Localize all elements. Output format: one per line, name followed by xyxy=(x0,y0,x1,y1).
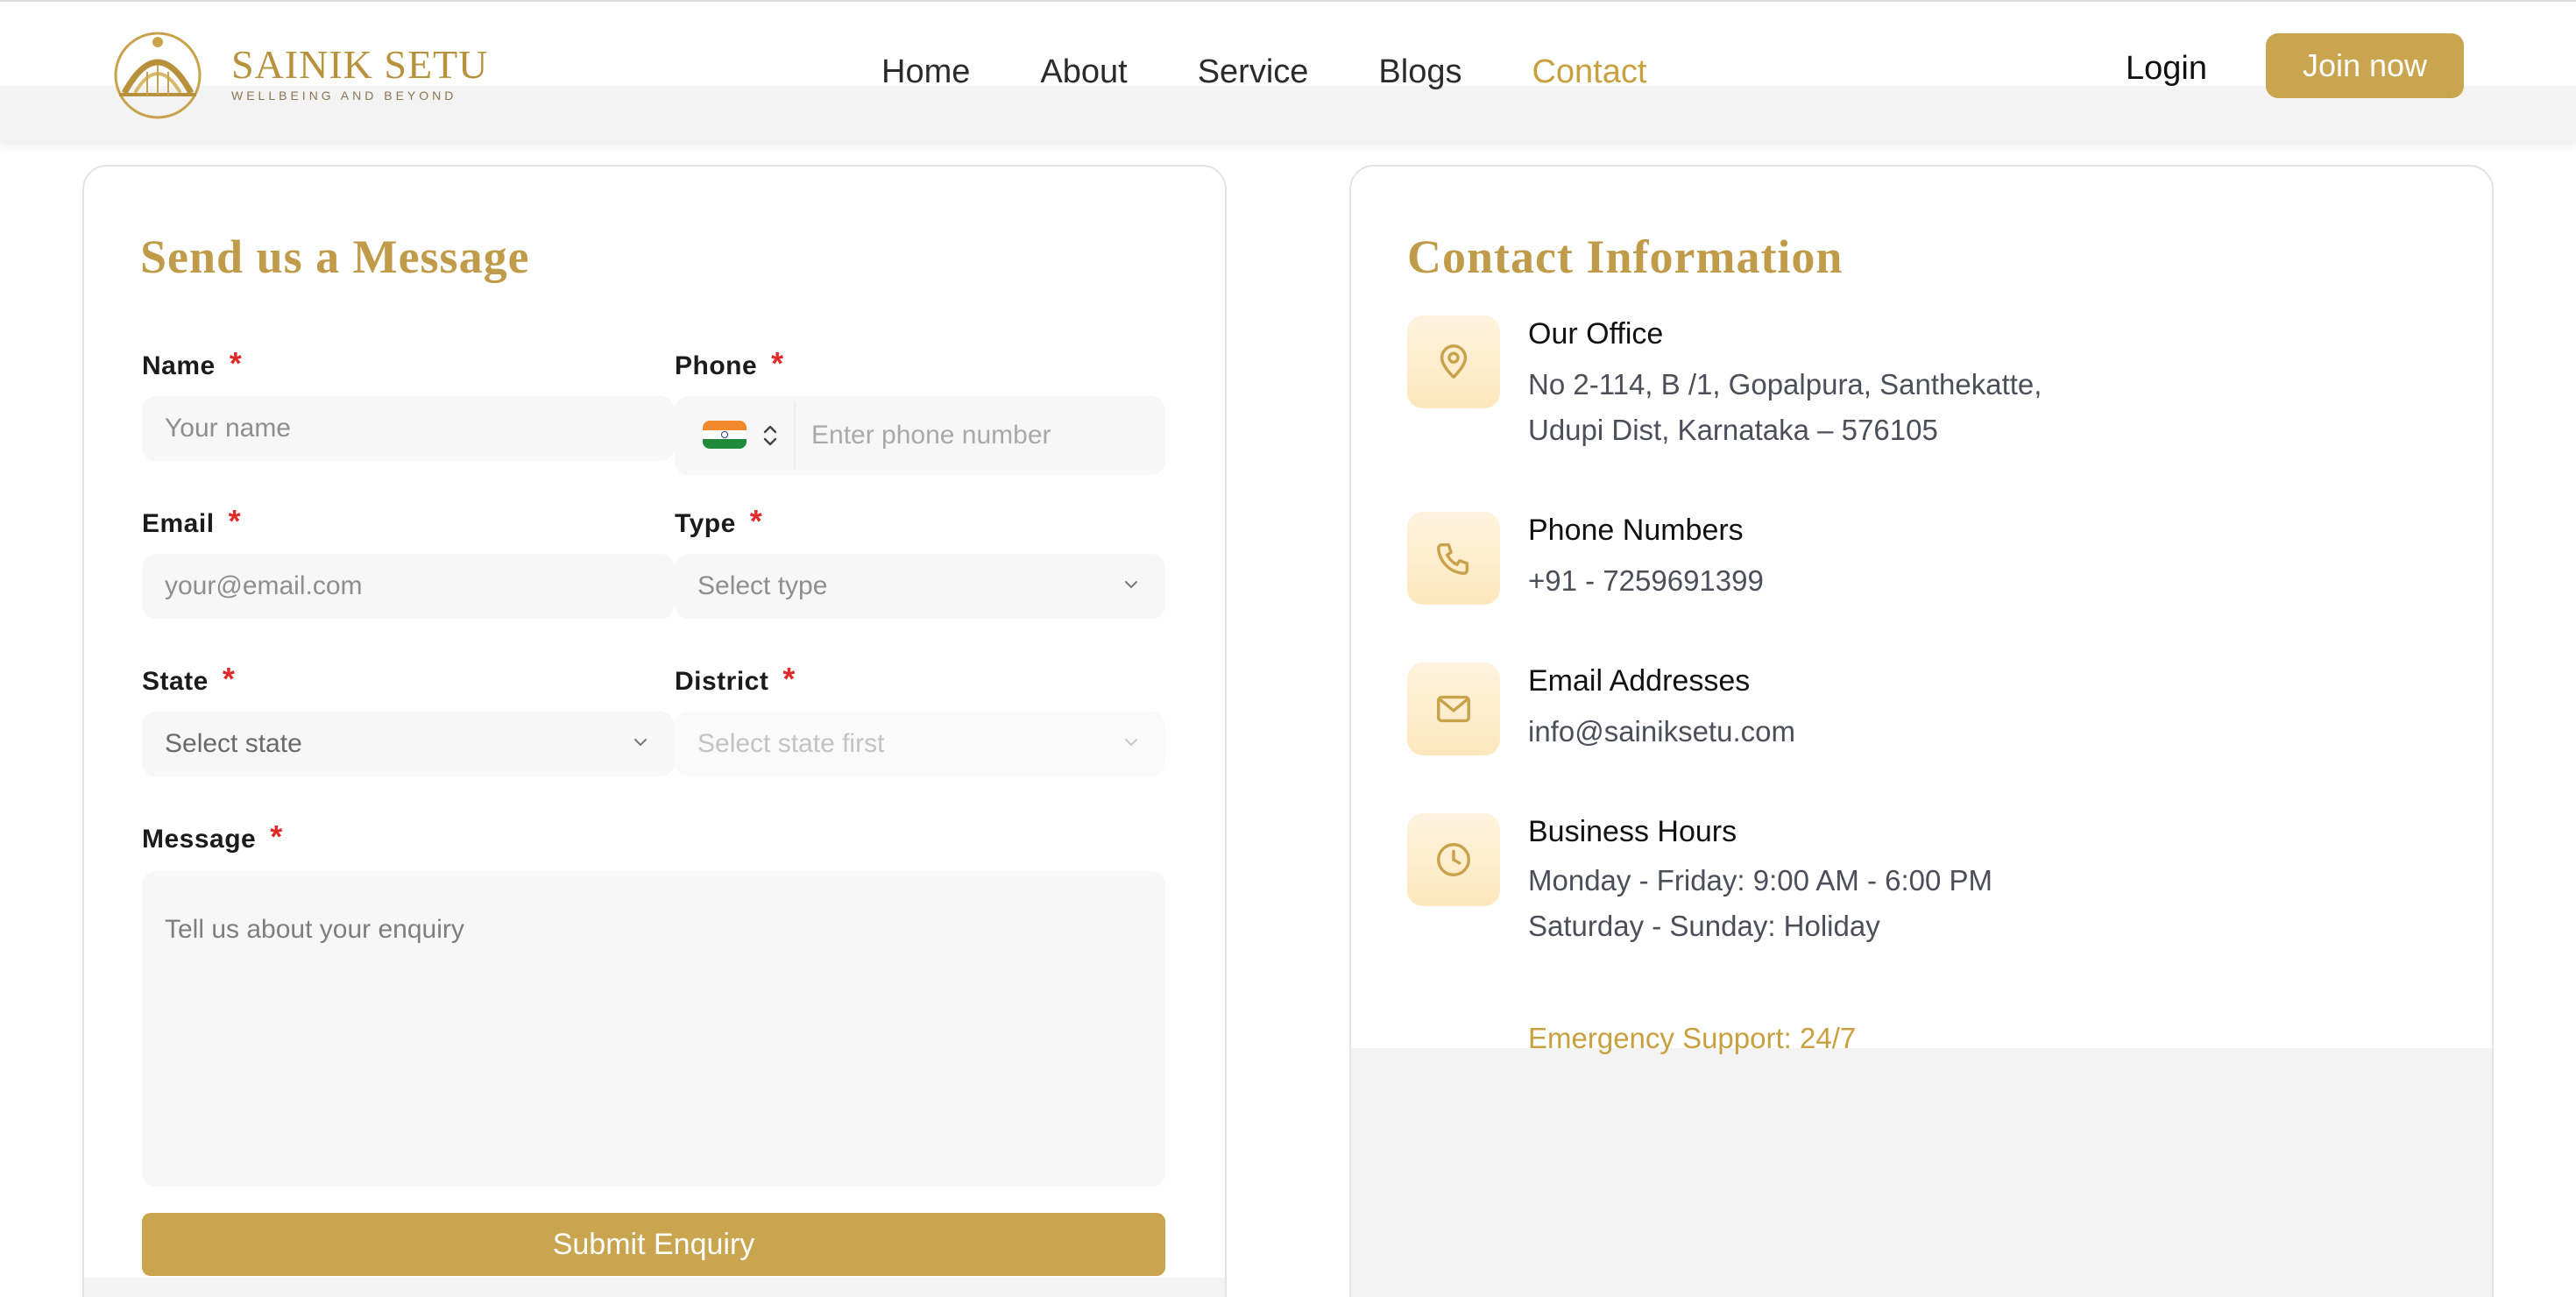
required-mark: * xyxy=(782,661,796,697)
hours-title: Business Hours xyxy=(1528,815,1737,848)
chevron-up-down-icon[interactable] xyxy=(761,422,780,449)
chevron-down-icon xyxy=(1125,581,1137,589)
email-label-text: Email xyxy=(142,509,215,538)
brand-name: SAINIK SETU xyxy=(231,42,489,87)
bridge-arch-icon xyxy=(114,32,202,119)
office-title: Our Office xyxy=(1528,317,1664,351)
nav-service[interactable]: Service xyxy=(1198,51,1309,93)
message-label-text: Message xyxy=(142,825,257,854)
contact-info-card: Contact Information Our Office No 2-114,… xyxy=(1349,165,2494,1297)
contact-title: Contact Information xyxy=(1407,230,1844,283)
chevron-down-icon xyxy=(634,739,647,747)
required-mark: * xyxy=(749,503,763,539)
type-select[interactable]: Select type xyxy=(675,554,1165,619)
type-label: Type * xyxy=(675,503,762,540)
name-label-text: Name xyxy=(142,351,216,380)
email-label: Email * xyxy=(142,503,241,540)
login-link[interactable]: Login xyxy=(2126,47,2207,89)
india-flag-icon[interactable] xyxy=(703,421,747,449)
join-now-button[interactable]: Join now xyxy=(2266,33,2464,98)
nav-home[interactable]: Home xyxy=(881,51,970,93)
email-title: Email Addresses xyxy=(1528,664,1751,698)
district-label-text: District xyxy=(675,667,769,696)
chevron-down-icon xyxy=(1125,739,1137,747)
email-input[interactable]: your@email.com xyxy=(142,554,675,619)
type-select-value: Select type xyxy=(697,571,828,600)
district-select-value: Select state first xyxy=(697,729,885,758)
phone-input[interactable]: Enter phone number xyxy=(811,415,1051,456)
required-mark: * xyxy=(229,345,243,381)
nav-about[interactable]: About xyxy=(1040,51,1127,93)
required-mark: * xyxy=(270,819,283,854)
phone-title: Phone Numbers xyxy=(1528,514,1744,547)
card-bottom-band xyxy=(1351,1048,2492,1297)
name-label: Name * xyxy=(142,345,242,382)
map-pin-icon xyxy=(1407,315,1500,408)
brand-logo[interactable]: SAINIK SETU WELLBEING AND BEYOND xyxy=(109,25,488,121)
office-address-line2: Udupi Dist, Karnataka – 576105 xyxy=(1528,414,1938,446)
hours-weekend: Saturday - Sunday: Holiday xyxy=(1528,910,1880,942)
emergency-support: Emergency Support: 24/7 xyxy=(1528,1022,1857,1054)
message-label: Message * xyxy=(142,819,283,855)
phone-field: Enter phone number xyxy=(675,396,1165,475)
required-mark: * xyxy=(222,661,236,697)
card-bottom-band xyxy=(84,1278,1225,1297)
form-title: Send us a Message xyxy=(140,230,530,283)
state-label-text: State xyxy=(142,667,209,696)
phone-icon xyxy=(1407,512,1500,605)
district-select[interactable]: Select state first xyxy=(675,712,1165,776)
name-input[interactable]: Your name xyxy=(142,396,675,461)
hours-weekday: Monday - Friday: 9:00 AM - 6:00 PM xyxy=(1528,864,1993,897)
nav-contact[interactable]: Contact xyxy=(1532,51,1646,93)
nav-blogs[interactable]: Blogs xyxy=(1378,51,1461,93)
clock-icon xyxy=(1407,813,1500,906)
submit-enquiry-button[interactable]: Submit Enquiry xyxy=(142,1213,1165,1276)
state-select-value: Select state xyxy=(165,729,302,758)
site-header: SAINIK SETU WELLBEING AND BEYOND Home Ab… xyxy=(0,0,2576,142)
mail-icon xyxy=(1407,663,1500,755)
required-mark: * xyxy=(228,503,242,539)
state-select[interactable]: Select state xyxy=(142,712,675,776)
office-address-line1: No 2-114, B /1, Gopalpura, Santhekatte, xyxy=(1528,368,2042,400)
message-form-card: Send us a Message Name * Your name Phone *… xyxy=(82,165,1227,1297)
state-label: State * xyxy=(142,661,235,698)
main-nav: Home About Service Blogs Contact xyxy=(881,51,1716,93)
phone-divider xyxy=(794,401,796,470)
phone-number[interactable]: +91 - 7259691399 xyxy=(1528,564,1764,598)
brand-tagline: WELLBEING AND BEYOND xyxy=(231,89,457,103)
email-address[interactable]: info@sainiksetu.com xyxy=(1528,715,1795,748)
phone-label: Phone * xyxy=(675,345,784,382)
type-label-text: Type xyxy=(675,509,736,538)
message-textarea[interactable]: Tell us about your enquiry xyxy=(142,871,1165,1187)
phone-label-text: Phone xyxy=(675,351,758,380)
required-mark: * xyxy=(771,345,784,381)
district-label: District * xyxy=(675,661,796,698)
